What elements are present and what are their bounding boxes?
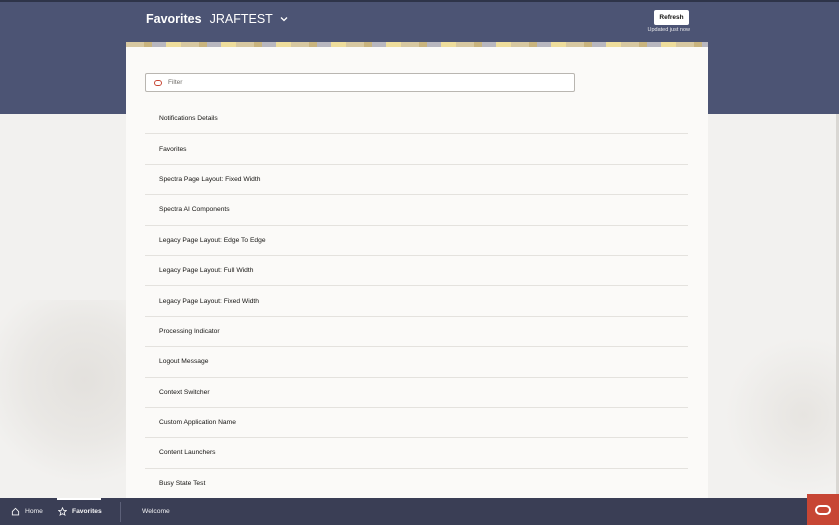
list-item-label: Custom Application Name bbox=[159, 419, 236, 427]
title-row: Favorites JRAFTEST bbox=[146, 10, 289, 28]
chevron-down-icon[interactable] bbox=[279, 14, 289, 24]
list-item-label: Spectra Page Layout: Fixed Width bbox=[159, 175, 261, 183]
nav-home[interactable]: Home bbox=[11, 498, 43, 525]
background-pattern-left bbox=[0, 300, 140, 500]
nav-favorites[interactable]: Favorites bbox=[58, 498, 102, 525]
nav-welcome-label: Welcome bbox=[142, 508, 170, 515]
list-item[interactable]: Spectra AI Components bbox=[145, 195, 688, 226]
refresh-button[interactable]: Refresh bbox=[654, 10, 689, 25]
background-pattern-right bbox=[720, 330, 839, 500]
oracle-filter-icon bbox=[154, 79, 162, 86]
oracle-ring-icon bbox=[815, 504, 831, 515]
list-item[interactable]: Logout Message bbox=[145, 347, 688, 378]
list-item-label: Busy State Test bbox=[159, 479, 206, 487]
list-item[interactable]: Context Switcher bbox=[145, 378, 688, 408]
home-icon bbox=[11, 507, 20, 516]
nav-divider bbox=[120, 502, 121, 522]
star-icon bbox=[58, 507, 67, 516]
oracle-logo-icon[interactable] bbox=[807, 494, 839, 525]
list-item[interactable]: Legacy Page Layout: Edge To Edge bbox=[145, 226, 688, 256]
list-item[interactable]: Favorites bbox=[145, 134, 688, 165]
nav-home-label: Home bbox=[25, 508, 43, 515]
list-item-label: Legacy Page Layout: Edge To Edge bbox=[159, 236, 266, 244]
list-item-label: Context Switcher bbox=[159, 388, 210, 396]
list-item-label: Notifications Details bbox=[159, 115, 218, 123]
list-item[interactable]: Spectra Page Layout: Fixed Width bbox=[145, 165, 688, 196]
list-item[interactable]: Processing Indicator bbox=[145, 317, 688, 348]
list-item-label: Favorites bbox=[159, 145, 187, 153]
page-title: Favorites bbox=[146, 12, 202, 26]
list-item-label: Content Launchers bbox=[159, 449, 216, 457]
nav-favorites-label: Favorites bbox=[72, 508, 102, 515]
list-item[interactable]: Custom Application Name bbox=[145, 408, 688, 439]
list-item[interactable]: Notifications Details bbox=[145, 104, 688, 135]
list-item-label: Spectra AI Components bbox=[159, 206, 230, 214]
list-item-label: Processing Indicator bbox=[159, 327, 220, 335]
list-item[interactable]: Busy State Test bbox=[145, 469, 688, 498]
favorites-list: Notifications Details Favorites Spectra … bbox=[145, 104, 688, 498]
favorites-card: Notifications Details Favorites Spectra … bbox=[126, 42, 708, 498]
nav-active-indicator bbox=[57, 498, 101, 500]
filter-input[interactable] bbox=[168, 79, 548, 86]
list-item-label: Legacy Page Layout: Full Width bbox=[159, 267, 254, 275]
filter-field[interactable] bbox=[145, 73, 575, 92]
updated-status: Updated just now bbox=[647, 27, 691, 33]
bottom-navigation-bar: Home Favorites Welcome bbox=[0, 498, 839, 525]
list-item[interactable]: Legacy Page Layout: Full Width bbox=[145, 256, 688, 287]
list-item-label: Legacy Page Layout: Fixed Width bbox=[159, 297, 259, 305]
nav-welcome[interactable]: Welcome bbox=[142, 498, 170, 525]
card-decorative-strip bbox=[126, 42, 708, 47]
list-item[interactable]: Content Launchers bbox=[145, 438, 688, 469]
list-item-label: Logout Message bbox=[159, 358, 209, 366]
top-edge bbox=[0, 0, 839, 2]
context-switcher-label[interactable]: JRAFTEST bbox=[210, 12, 273, 26]
list-item[interactable]: Legacy Page Layout: Fixed Width bbox=[145, 286, 688, 317]
